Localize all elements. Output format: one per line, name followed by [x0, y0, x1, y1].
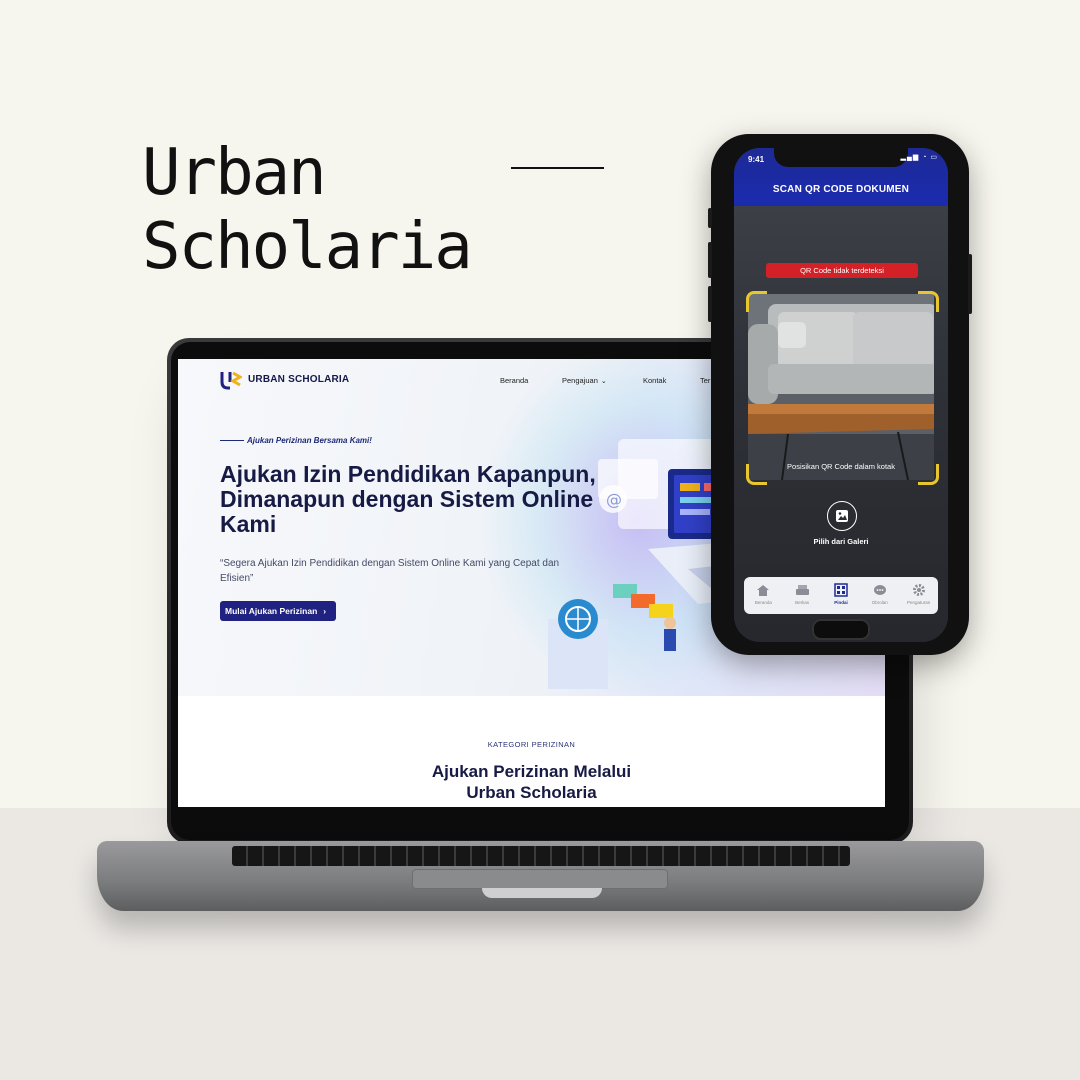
phone-volume-down — [708, 286, 712, 322]
status-time: 9:41 — [748, 155, 765, 164]
chevron-right-icon: › — [323, 606, 327, 616]
phone-notch — [774, 148, 908, 167]
chevron-down-icon: ⌄ — [600, 378, 607, 385]
kicker-line — [220, 440, 244, 441]
nav-pengajuan[interactable]: Pengajuan ⌄ — [562, 376, 607, 385]
scan-hint: Posisikan QR Code dalam kotak — [787, 462, 895, 471]
brand-name[interactable]: URBAN SCHOLARIA — [248, 374, 349, 385]
nav-truncated[interactable]: Ter — [700, 376, 710, 385]
tab-beranda[interactable]: Beranda — [745, 582, 781, 605]
nav-beranda[interactable]: Beranda — [500, 376, 528, 385]
phone-power-button — [968, 254, 972, 314]
hero-subtext: “Segera Ajukan Izin Pendidikan dengan Si… — [220, 558, 560, 584]
camera-preview — [748, 294, 934, 480]
inbox-icon — [784, 582, 820, 598]
page-title: Urban Scholaria — [142, 136, 473, 284]
title-rule — [511, 167, 604, 169]
tab-berkas[interactable]: Berkas — [784, 582, 820, 605]
svg-text:@: @ — [606, 490, 622, 509]
phone-home-button[interactable] — [812, 619, 870, 640]
laptop-trackpad[interactable] — [412, 869, 668, 889]
qr-scan-icon — [823, 582, 859, 598]
chat-icon — [862, 582, 898, 598]
phone-side-button — [708, 208, 712, 228]
tab-pengaturan[interactable]: Pengaturan — [901, 582, 937, 605]
app-title: SCAN QR CODE DOKUMEN — [772, 184, 910, 195]
qr-not-detected-alert: QR Code tidak terdeteksi — [766, 263, 918, 278]
category-title: Ajukan Perizinan Melalui Urban Scholaria — [431, 762, 632, 802]
laptop-notch — [482, 888, 602, 898]
laptop-keyboard — [232, 846, 850, 866]
tab-obrolan[interactable]: Obrolan — [862, 582, 898, 605]
bottom-tab-bar: Beranda Berkas Pindai Obrolan Pengaturan — [744, 577, 938, 614]
hero-kicker: Ajukan Perizinan Bersama Kami! — [247, 436, 372, 445]
start-application-button[interactable]: Mulai Ajukan Perizinan › — [220, 601, 337, 621]
gallery-button[interactable] — [827, 501, 857, 531]
category-kicker: KATEGORI PERIZINAN — [487, 740, 576, 749]
scan-frame-corner-tl — [746, 291, 767, 312]
phone-volume-up — [708, 242, 712, 278]
nav-kontak[interactable]: Kontak — [643, 376, 666, 385]
status-icons: ▂▄▆ ◔ ▭ — [900, 154, 938, 161]
scan-frame-corner-tr — [918, 291, 939, 312]
category-section: KATEGORI PERIZINAN Ajukan Perizinan Mela… — [178, 696, 885, 807]
tab-pindai[interactable]: Pindai — [823, 582, 859, 605]
home-icon — [745, 582, 781, 598]
app-header: 9:41 ▂▄▆ ◔ ▭ SCAN QR CODE DOKUMEN — [734, 148, 948, 206]
phone-screen: 9:41 ▂▄▆ ◔ ▭ SCAN QR CODE DOKUMEN QR Cod… — [734, 148, 948, 642]
brand-logo-icon[interactable] — [220, 370, 242, 390]
image-icon — [836, 510, 848, 522]
gear-icon — [901, 582, 937, 598]
gallery-label[interactable]: Pilih dari Galeri — [734, 537, 948, 546]
